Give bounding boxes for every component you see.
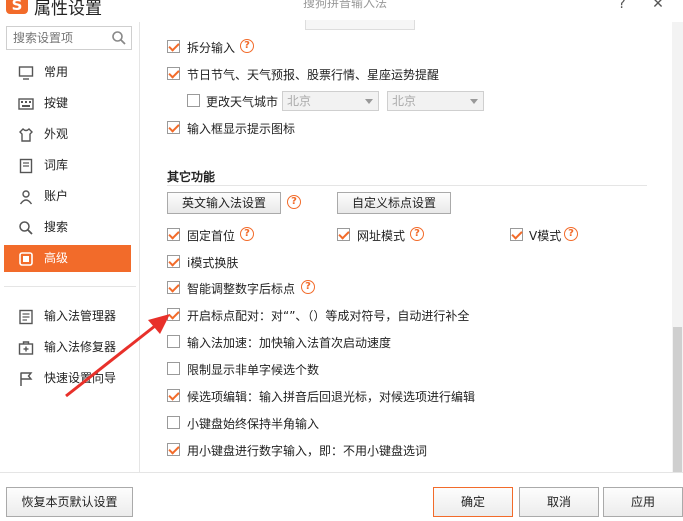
wizard-flag-icon	[20, 372, 33, 386]
v-mode-label: V模式	[529, 229, 562, 243]
search-icon	[19, 221, 33, 235]
numpad-digits-label: 用小键盘进行数字输入，即：不用小键盘选词	[187, 444, 428, 458]
candidate-edit-label: 候选项编辑：输入拼音后回退光标，对候选项进行编辑	[187, 390, 476, 404]
change-city-label: 更改天气城市	[206, 95, 279, 109]
halfwidth-numpad-checkbox[interactable]	[167, 416, 180, 429]
sidebar-item-label: 快速设置向导	[44, 371, 117, 385]
restore-defaults-button[interactable]: 恢复本页默认设置	[6, 487, 133, 517]
window-title: 属性设置	[34, 0, 102, 19]
sidebar-item-label: 常用	[44, 65, 69, 79]
numpad-digits-checkbox[interactable]	[167, 443, 180, 456]
custom-punct-settings-button[interactable]: 自定义标点设置	[337, 192, 451, 214]
shirt-icon	[19, 128, 33, 142]
scrollbar-thumb[interactable]	[673, 327, 682, 472]
help-icon[interactable]: ?	[240, 39, 254, 53]
help-button[interactable]: ?	[612, 0, 632, 12]
sidebar-item-search[interactable]: 搜索	[4, 214, 131, 241]
help-icon[interactable]: ?	[410, 227, 424, 241]
sidebar-item-label: 输入法管理器	[44, 309, 117, 323]
sidebar-divider	[4, 286, 136, 287]
sidebar-item-label: 外观	[44, 127, 69, 141]
section-divider	[167, 185, 647, 186]
city-select-value: 北京	[392, 94, 417, 108]
sidebar-item-advanced[interactable]: 高级	[4, 245, 131, 272]
speed-up-checkbox[interactable]	[167, 335, 180, 348]
cancel-button[interactable]: 取消	[519, 487, 599, 517]
section-title: 其它功能	[167, 170, 216, 184]
province-select-value: 北京	[287, 94, 312, 108]
sidebar-item-label: 按键	[44, 96, 69, 110]
festival-info-checkbox[interactable]	[167, 67, 180, 80]
sidebar-item-common[interactable]: 常用	[4, 59, 131, 86]
auto-pair-checkbox[interactable]	[167, 308, 180, 321]
candidate-edit-checkbox[interactable]	[167, 389, 180, 402]
help-icon[interactable]: ?	[301, 280, 315, 294]
sidebar: 常用 按键 外观 词库 账户 搜索 高级 输入法管理器 输入法修复器 快速设置向…	[0, 22, 140, 472]
sidebar-item-label: 词库	[44, 158, 69, 172]
v-mode-checkbox[interactable]	[510, 228, 523, 241]
fixed-first-checkbox[interactable]	[167, 228, 180, 241]
show-tip-icon-label: 输入框显示提示图标	[187, 122, 296, 136]
smart-punct-label: 智能调整数字后标点	[187, 282, 296, 296]
split-input-checkbox[interactable]	[167, 40, 180, 53]
settings-search-box[interactable]	[6, 26, 132, 50]
chevron-down-icon	[470, 99, 478, 104]
i-mode-checkbox[interactable]	[167, 255, 180, 268]
limit-non-single-checkbox[interactable]	[167, 362, 180, 375]
limit-non-single-label: 限制显示非单字候选个数	[187, 363, 320, 377]
repair-icon	[18, 341, 34, 355]
settings-search-input[interactable]	[7, 27, 107, 49]
sidebar-item-dictionary[interactable]: 词库	[4, 152, 131, 179]
speed-up-label: 输入法加速：加快输入法首次启动速度	[187, 336, 392, 350]
help-icon[interactable]: ?	[287, 195, 301, 209]
sidebar-item-ime-repair[interactable]: 输入法修复器	[4, 334, 131, 361]
smart-punct-checkbox[interactable]	[167, 281, 180, 294]
url-mode-label: 网址模式	[357, 229, 406, 243]
url-mode-checkbox[interactable]	[337, 228, 350, 241]
sidebar-item-ime-manager[interactable]: 输入法管理器	[4, 303, 131, 330]
advanced-icon	[19, 252, 33, 266]
chevron-down-icon	[365, 99, 373, 104]
content-scrollbar[interactable]	[672, 22, 683, 472]
sidebar-item-keys[interactable]: 按键	[4, 90, 131, 117]
search-icon[interactable]	[111, 30, 127, 46]
sidebar-item-label: 输入法修复器	[44, 340, 117, 354]
close-button[interactable]: ✕	[648, 0, 668, 12]
ok-button[interactable]: 确定	[433, 487, 513, 517]
fixed-first-label: 固定首位	[187, 229, 236, 243]
auto-pair-label: 开启标点配对：对“”、（）等成对符号，自动进行补全	[187, 309, 470, 323]
footer-bar: 恢复本页默认设置 确定 取消 应用	[0, 472, 683, 521]
halfwidth-numpad-label: 小键盘始终保持半角输入	[187, 417, 320, 431]
sidebar-item-label: 高级	[44, 251, 69, 265]
english-ime-settings-button[interactable]: 英文输入法设置	[167, 192, 281, 214]
sidebar-item-appearance[interactable]: 外观	[4, 121, 131, 148]
help-icon[interactable]: ?	[564, 227, 578, 241]
city-select[interactable]: 北京	[387, 91, 484, 111]
sidebar-item-quick-wizard[interactable]: 快速设置向导	[4, 365, 131, 392]
title-bar: S 属性设置 搜狗拼音输入法 ? ✕	[0, 0, 683, 22]
sidebar-item-account[interactable]: 账户	[4, 183, 131, 210]
festival-info-label: 节日节气、天气预报、股票行情、星座运势提醒	[187, 68, 440, 82]
split-input-label: 拆分输入	[187, 41, 236, 55]
i-mode-label: i模式换肤	[187, 256, 239, 270]
apply-button[interactable]: 应用	[603, 487, 683, 517]
sogou-logo-icon: S	[6, 0, 28, 14]
dictionary-icon	[19, 158, 33, 174]
sidebar-item-label: 账户	[44, 189, 69, 203]
change-city-checkbox[interactable]	[187, 94, 200, 107]
show-tip-icon-checkbox[interactable]	[167, 121, 180, 134]
province-select[interactable]: 北京	[282, 91, 379, 111]
help-icon[interactable]: ?	[240, 227, 254, 241]
scrolled-control-edge	[305, 20, 415, 30]
manager-icon	[19, 309, 33, 325]
user-icon	[19, 190, 33, 205]
settings-content: 拆分输入 ? 节日节气、天气预报、股票行情、星座运势提醒 更改天气城市 北京 北…	[141, 20, 671, 472]
keyboard-icon	[18, 98, 34, 110]
monitor-icon	[18, 66, 34, 80]
sidebar-item-label: 搜索	[44, 220, 69, 234]
window-subtitle: 搜狗拼音输入法	[303, 0, 388, 10]
